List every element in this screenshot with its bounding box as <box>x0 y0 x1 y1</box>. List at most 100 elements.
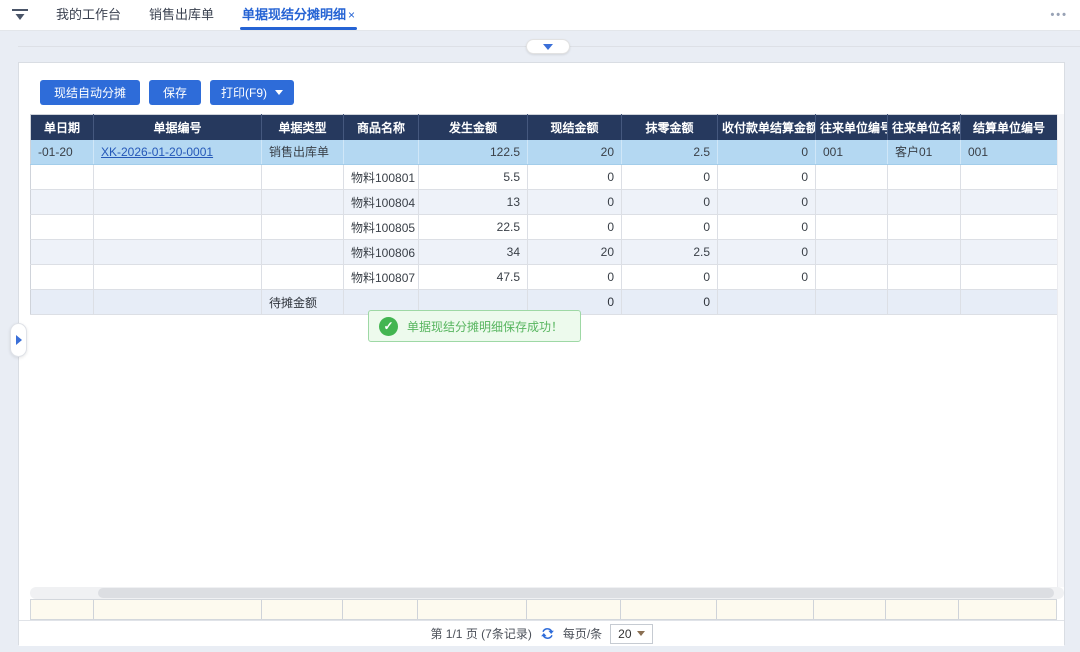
grid-cell <box>31 215 94 240</box>
grid-cell: 0 <box>528 215 622 240</box>
grid-row[interactable]: 物料10080522.5000 <box>31 215 1058 240</box>
grid-cell: 20 <box>528 240 622 265</box>
bottom-summary-strip <box>30 599 1057 620</box>
grid-cell <box>94 290 262 315</box>
save-button[interactable]: 保存 <box>149 80 201 105</box>
print-button-label: 打印(F9) <box>221 84 267 101</box>
grid-cell: 物料100807 <box>344 265 419 290</box>
sidebar-expand-handle[interactable] <box>10 323 27 357</box>
grid-cell: 0 <box>718 190 816 215</box>
grid-cell: 0 <box>622 265 718 290</box>
grid-cell <box>94 190 262 215</box>
grid-cell: 2.5 <box>622 140 718 165</box>
grid-cell <box>94 265 262 290</box>
grid-cell <box>31 240 94 265</box>
column-header[interactable]: 往来单位名称 <box>888 115 961 140</box>
print-button[interactable]: 打印(F9) <box>210 80 294 105</box>
grid-cell: 34 <box>419 240 528 265</box>
grid-cell: 物料100806 <box>344 240 419 265</box>
grid-cell <box>961 215 1058 240</box>
tab-cash-allocation-detail[interactable]: 单据现结分摊明细× <box>228 0 369 30</box>
column-header[interactable]: 单据编号 <box>94 115 262 140</box>
page-size-caret-icon <box>637 631 645 636</box>
grid-cell: 物料100801 <box>344 165 419 190</box>
grid-cell <box>961 290 1058 315</box>
tab-my-workbench[interactable]: 我的工作台 <box>42 0 135 30</box>
collapse-top-button[interactable] <box>526 39 570 54</box>
grid-cell <box>961 190 1058 215</box>
column-header[interactable]: 结算单位编号 <box>961 115 1058 140</box>
summary-strip-cell <box>621 600 717 619</box>
tab-label: 销售出库单 <box>149 7 214 22</box>
grid-cell <box>262 215 344 240</box>
grid-cell <box>816 190 888 215</box>
grid-cell <box>888 190 961 215</box>
column-header[interactable]: 单日期 <box>31 115 94 140</box>
refresh-icon[interactable] <box>540 626 555 641</box>
grid-cell <box>262 240 344 265</box>
grid-cell: 0 <box>718 140 816 165</box>
grid-row[interactable]: 物料10080413000 <box>31 190 1058 215</box>
print-dropdown-caret-icon <box>275 90 283 95</box>
grid-cell: 物料100804 <box>344 190 419 215</box>
grid-cell: 5.5 <box>419 165 528 190</box>
summary-strip-cell <box>959 600 1056 619</box>
grid-cell <box>816 240 888 265</box>
grid-cell: 001 <box>961 140 1058 165</box>
grid-cell <box>961 265 1058 290</box>
grid-cell <box>961 240 1058 265</box>
column-header[interactable]: 发生金额 <box>419 115 528 140</box>
tab-menu-icon[interactable] <box>12 8 28 22</box>
chevron-down-icon <box>543 44 553 50</box>
summary-strip-cell <box>31 600 94 619</box>
summary-strip-cell <box>418 600 527 619</box>
auto-allocate-button[interactable]: 现结自动分摊 <box>40 80 140 105</box>
tab-close-icon[interactable]: × <box>348 8 355 22</box>
grid-cell: 13 <box>419 190 528 215</box>
column-header[interactable]: 商品名称 <box>344 115 419 140</box>
summary-strip-cell <box>814 600 886 619</box>
grid-cell: 0 <box>622 290 718 315</box>
pagination-info: 第 1/1 页 (7条记录) <box>430 625 531 642</box>
summary-strip-cell <box>343 600 418 619</box>
tab-sales-outbound[interactable]: 销售出库单 <box>135 0 228 30</box>
allocation-grid: 单日期单据编号单据类型商品名称发生金额现结金额抹零金额收付款单结算金额往来单位编… <box>30 114 1057 315</box>
grid-cell <box>94 215 262 240</box>
grid-cell: 客户01 <box>888 140 961 165</box>
toast-message: 单据现结分摊明细保存成功！ <box>407 318 563 335</box>
page-size-select[interactable]: 20 <box>610 624 652 644</box>
pagination-bar: 第 1/1 页 (7条记录) 每页/条 20 <box>19 620 1064 646</box>
grid-row[interactable]: 物料10080634202.50 <box>31 240 1058 265</box>
grid-row[interactable]: 物料1008015.5000 <box>31 165 1058 190</box>
vertical-scrollbar-track <box>1057 114 1064 587</box>
grid-cell: XK-2026-01-20-0001 <box>94 140 262 165</box>
grid-row[interactable]: 物料10080747.5000 <box>31 265 1058 290</box>
grid-row[interactable]: -01-20XK-2026-01-20-0001销售出库单122.5202.50… <box>31 140 1058 165</box>
grid-cell: 0 <box>718 240 816 265</box>
tab-overflow-icon[interactable]: ••• <box>1050 9 1068 21</box>
grid-cell <box>888 215 961 240</box>
column-header[interactable]: 现结金额 <box>528 115 622 140</box>
grid-cell <box>262 165 344 190</box>
horizontal-scrollbar-thumb[interactable] <box>98 588 1054 598</box>
chevron-right-icon <box>16 335 22 345</box>
grid-cell <box>94 165 262 190</box>
grid-cell: 0 <box>718 265 816 290</box>
toolbar: 现结自动分摊 保存 打印(F9) <box>40 80 294 105</box>
column-header[interactable]: 单据类型 <box>262 115 344 140</box>
grid-cell: 20 <box>528 140 622 165</box>
column-header[interactable]: 抹零金额 <box>622 115 718 140</box>
column-header[interactable]: 往来单位编号 <box>816 115 888 140</box>
grid-cell <box>31 290 94 315</box>
column-header[interactable]: 收付款单结算金额 <box>718 115 816 140</box>
grid-cell <box>888 265 961 290</box>
grid-cell: 22.5 <box>419 215 528 240</box>
grid-cell: 001 <box>816 140 888 165</box>
summary-strip-cell <box>886 600 959 619</box>
tab-label: 单据现结分摊明细 <box>242 7 346 22</box>
grid-cell: 47.5 <box>419 265 528 290</box>
grid-cell: 0 <box>528 165 622 190</box>
grid-cell: 待摊金额 <box>262 290 344 315</box>
grid-cell <box>961 165 1058 190</box>
document-number-link[interactable]: XK-2026-01-20-0001 <box>101 145 213 159</box>
